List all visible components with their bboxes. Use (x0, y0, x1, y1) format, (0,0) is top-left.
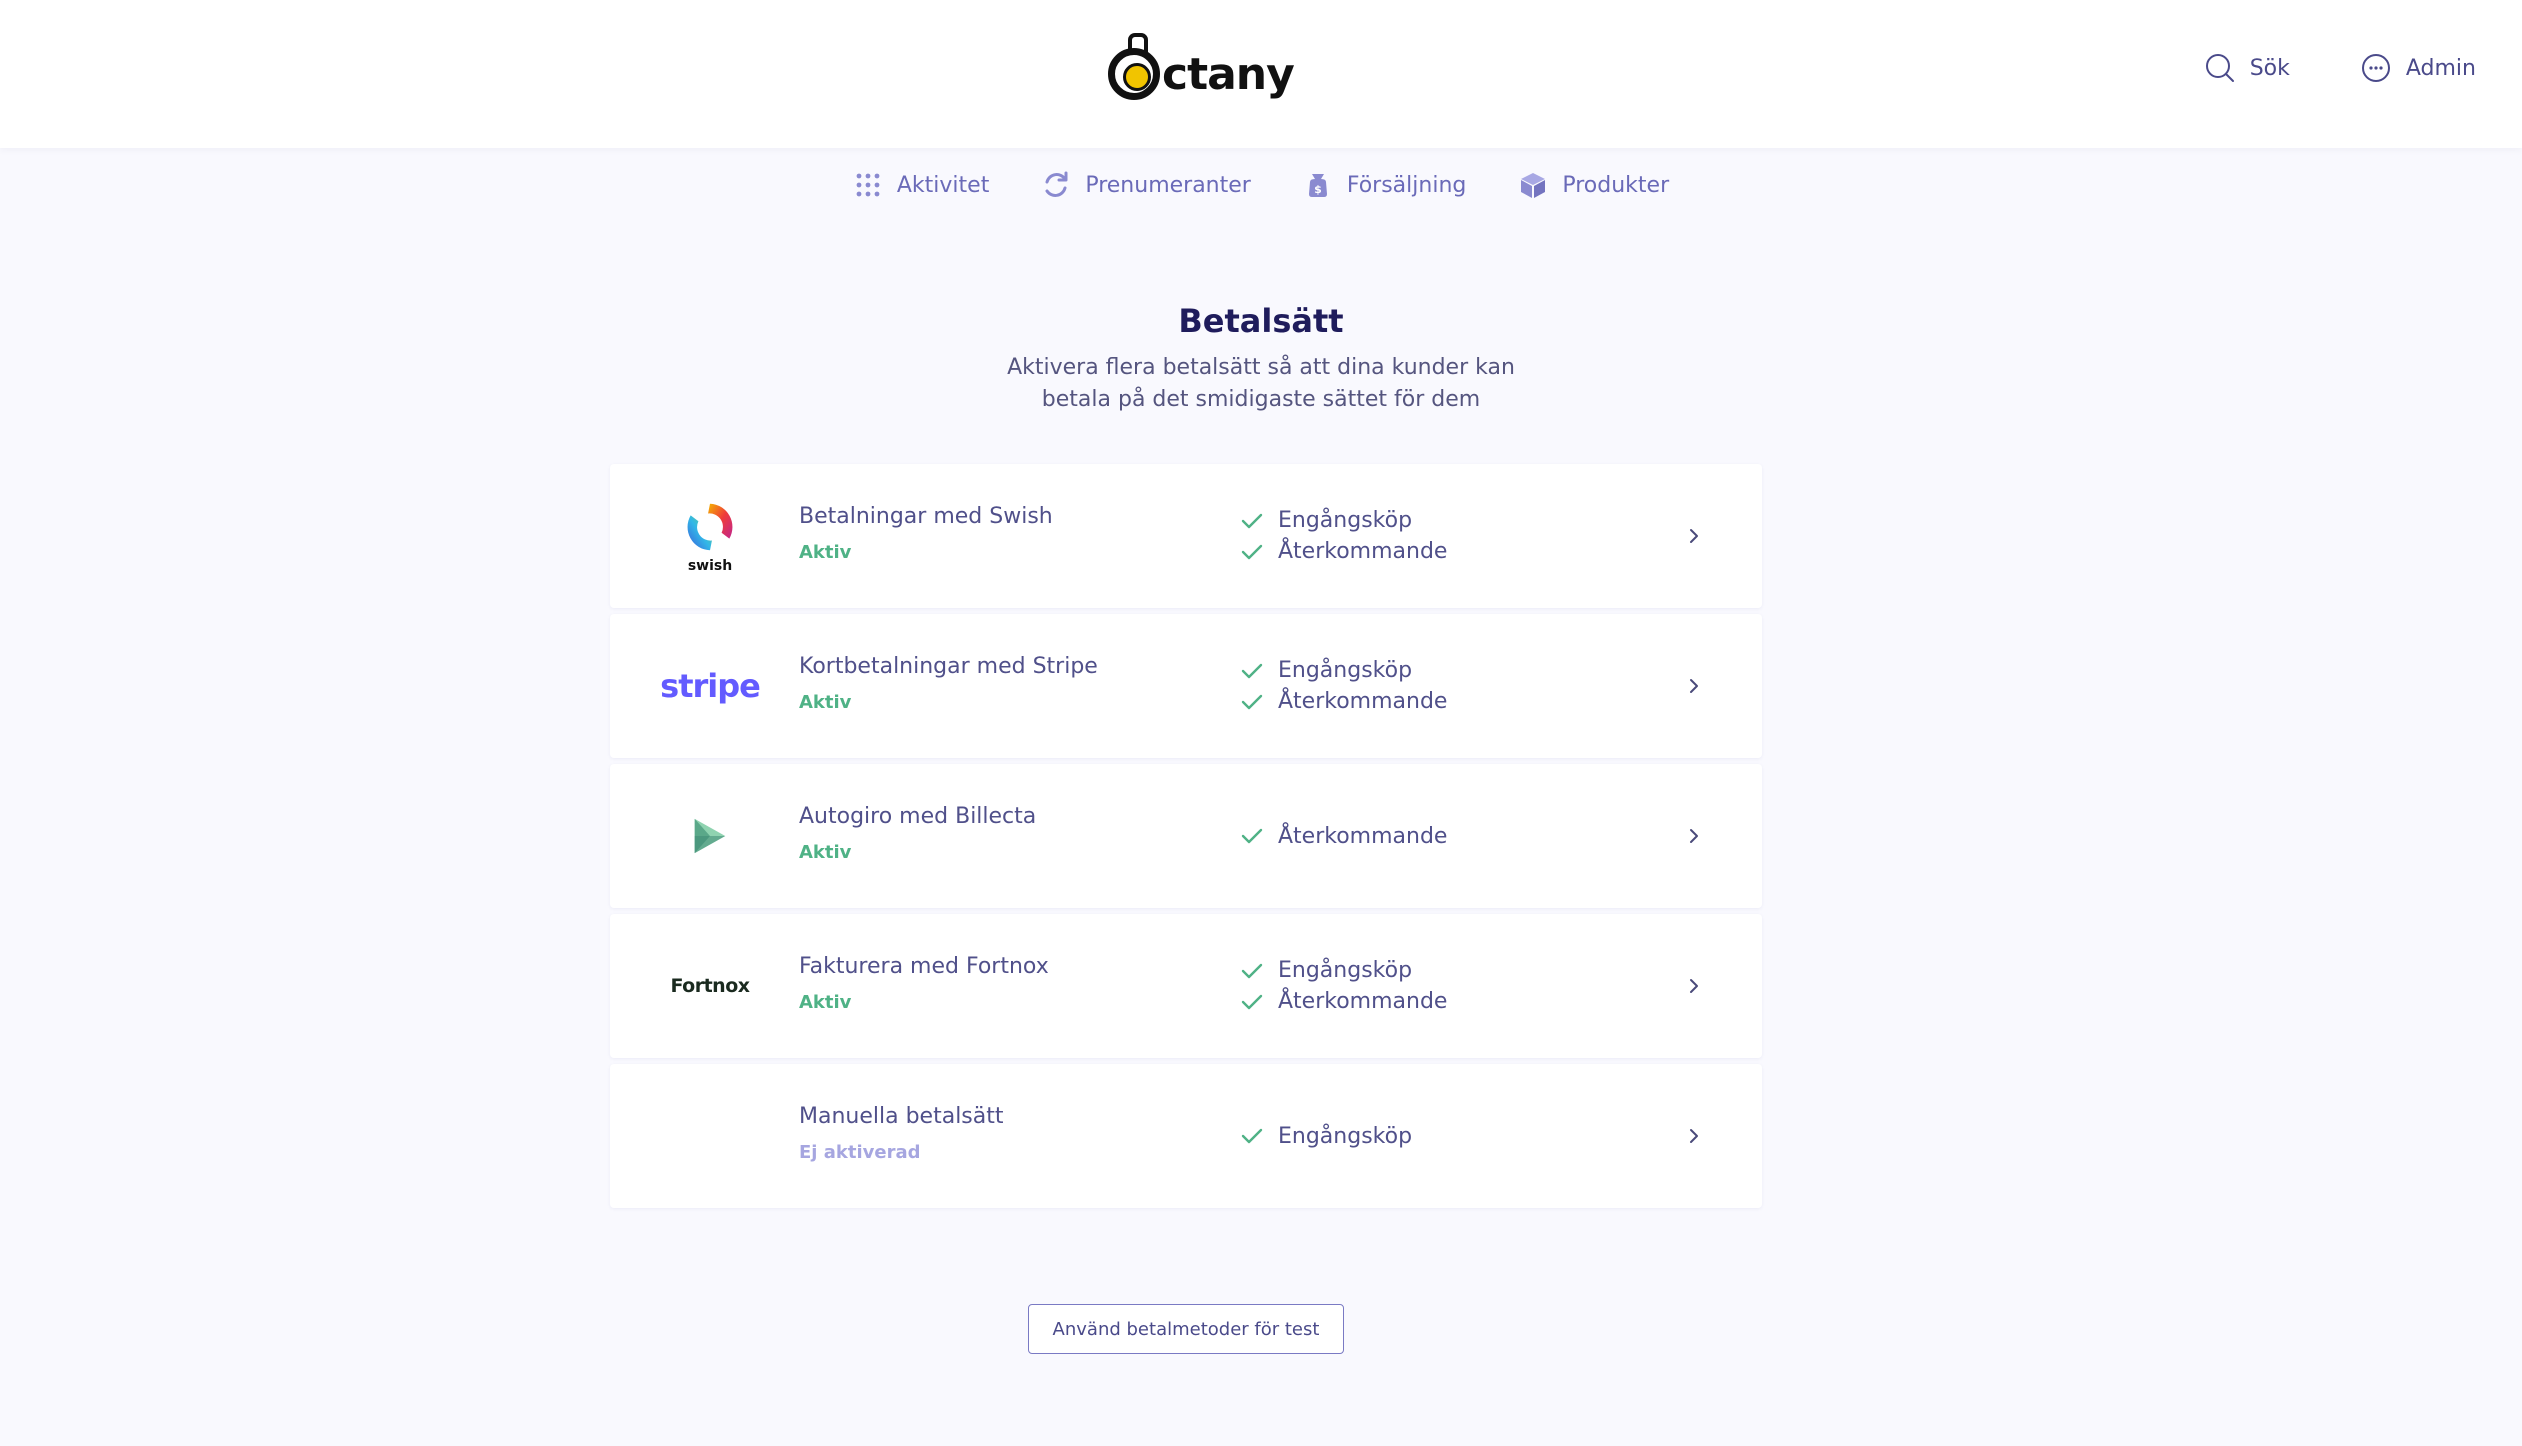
chevron-right-icon (1690, 979, 1698, 993)
check-icon (1241, 663, 1263, 678)
chevron-right-icon (1690, 829, 1698, 843)
chevron-right-icon (1690, 1129, 1698, 1143)
header-actions: Sök Admin (2204, 52, 2476, 84)
check-icon (1241, 828, 1263, 844)
feature-label: Engångsköp (1278, 658, 1413, 683)
payment-method-swish[interactable]: swish Betalningar med Swish Aktiv Engång… (610, 464, 1762, 608)
payment-method-fortnox[interactable]: Fortnox Fakturera med Fortnox Aktiv Engå… (610, 914, 1762, 1058)
stripe-logo-text: stripe (660, 667, 761, 705)
nav-label-aktivitet: Aktivitet (896, 172, 990, 198)
feature-label: Återkommande (1278, 823, 1448, 849)
feature-label: Engångsköp (1278, 958, 1413, 983)
status-badge: Aktiv (799, 992, 852, 1013)
main-nav: Aktivitet Prenumeranter $ Försäljning Pr… (0, 170, 2522, 200)
payment-methods-list: swish Betalningar med Swish Aktiv Engång… (610, 464, 1762, 1208)
nav-label-prenumeranter: Prenumeranter (1085, 172, 1251, 198)
nav-item-aktivitet[interactable]: Aktivitet (853, 170, 989, 200)
feature-item: Återkommande (1240, 689, 1447, 714)
money-bag-icon: $ (1308, 174, 1327, 197)
feature-item: Engångsköp (1240, 1124, 1412, 1149)
nav-item-prenumeranter[interactable]: Prenumeranter (1041, 170, 1251, 200)
check-icon (1241, 1128, 1263, 1144)
feature-label: Engångsköp (1278, 508, 1413, 533)
payment-method-manual[interactable]: Manuella betalsätt Ej aktiverad Engångsk… (610, 1064, 1762, 1208)
feature-label: Återkommande (1278, 989, 1448, 1014)
use-test-payment-methods-button[interactable]: Använd betalmetoder för test (1028, 1304, 1344, 1354)
payment-method-name: Manuella betalsätt (799, 1104, 1004, 1129)
refresh-icon (1045, 171, 1068, 197)
check-icon (1241, 544, 1263, 559)
feature-label: Engångsköp (1278, 1123, 1413, 1149)
grid-dots-icon (856, 173, 880, 197)
feature-list: Engångsköp Återkommande (1240, 464, 1447, 608)
check-icon (1241, 994, 1263, 1009)
feature-list: Engångsköp Återkommande (1240, 914, 1447, 1058)
feature-item: Återkommande (1240, 539, 1447, 564)
chevron-right-icon (1690, 679, 1698, 693)
feature-label: Återkommande (1278, 539, 1448, 564)
nav-label-produkter: Produkter (1562, 172, 1670, 198)
stripe-logo: stripe (650, 644, 770, 728)
logo-ring-icon (1108, 33, 1160, 100)
nav-item-produkter[interactable]: Produkter (1518, 170, 1669, 200)
feature-item: Engångsköp (1240, 958, 1447, 983)
octany-logo[interactable]: ctany (1108, 33, 1295, 104)
feature-item: Återkommande (1240, 989, 1447, 1014)
payment-method-name: Betalningar med Swish (799, 504, 1053, 529)
feature-item: Engångsköp (1240, 508, 1447, 533)
feature-list: Engångsköp Återkommande (1240, 614, 1447, 758)
chevron-right-icon (1690, 529, 1698, 543)
box-icon (1521, 173, 1546, 198)
swish-logo-text: swish (687, 558, 733, 574)
payment-method-stripe[interactable]: stripe Kortbetalningar med Stripe Aktiv … (610, 614, 1762, 758)
search-label: Sök (2249, 55, 2290, 81)
fortnox-logo-text: Fortnox (670, 975, 750, 997)
billecta-logo (650, 794, 770, 878)
subtitle-line-2: betala på det smidigaste sättet för dem (1041, 387, 1481, 412)
svg-text:$: $ (1314, 183, 1322, 196)
search-button[interactable]: Sök (2204, 52, 2290, 84)
feature-list: Engångsköp (1240, 1064, 1412, 1208)
feature-list: Återkommande (1240, 764, 1447, 908)
payment-method-name: Kortbetalningar med Stripe (799, 654, 1098, 679)
status-badge: Aktiv (799, 542, 852, 563)
check-icon (1241, 694, 1263, 709)
admin-menu-button[interactable]: Admin (2360, 52, 2476, 84)
more-dots-icon (2361, 54, 2390, 82)
feature-item: Engångsköp (1240, 658, 1447, 683)
feature-item: Återkommande (1240, 824, 1447, 849)
search-icon (2205, 54, 2234, 82)
fortnox-logo: Fortnox (650, 944, 770, 1028)
logo-text: ctany (1162, 48, 1295, 100)
payment-method-name: Autogiro med Billecta (799, 804, 1037, 829)
page-subtitle: Aktivera flera betalsätt så att dina kun… (861, 352, 1661, 416)
check-icon (1241, 963, 1263, 978)
feature-label: Återkommande (1278, 689, 1448, 714)
swish-logo-icon (687, 503, 733, 551)
top-header: ctany Sök Admin (0, 0, 2522, 148)
payment-method-billecta[interactable]: Autogiro med Billecta Aktiv Återkommande (610, 764, 1762, 908)
status-badge: Aktiv (799, 842, 852, 863)
page-title: Betalsätt (1178, 302, 1344, 340)
subtitle-line-1: Aktivera flera betalsätt så att dina kun… (1007, 355, 1515, 380)
swish-logo: swish (650, 494, 770, 578)
nav-label-forsaljning: Försäljning (1346, 172, 1467, 198)
nav-item-forsaljning[interactable]: $ Försäljning (1303, 170, 1467, 200)
admin-label: Admin (2405, 55, 2476, 81)
status-badge: Aktiv (799, 692, 852, 713)
check-icon (1241, 513, 1263, 528)
status-badge: Ej aktiverad (799, 1142, 921, 1163)
payment-method-name: Fakturera med Fortnox (799, 954, 1049, 979)
billecta-play-icon (694, 818, 726, 854)
